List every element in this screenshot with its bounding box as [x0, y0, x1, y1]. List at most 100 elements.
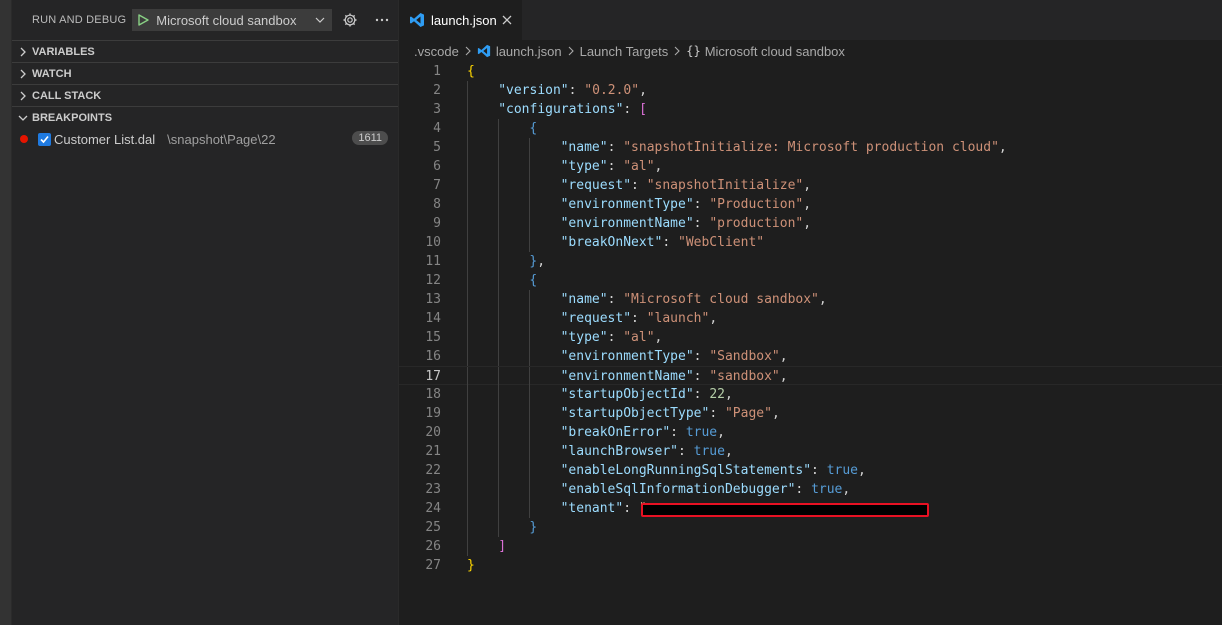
code-token: : — [607, 159, 624, 174]
code-token: : — [607, 140, 624, 155]
section-variables[interactable]: VARIABLES — [12, 40, 398, 62]
indent-guide — [467, 252, 468, 271]
breadcrumb-folder[interactable]: .vscode — [414, 44, 459, 59]
indent-guide — [498, 119, 500, 138]
code-line[interactable]: 16 "environmentType": "Sandbox", — [399, 347, 1222, 366]
line-number: 27 — [425, 558, 441, 573]
line-number: 12 — [425, 273, 441, 288]
section-breakpoints[interactable]: BREAKPOINTS — [12, 106, 398, 128]
breadcrumb-section[interactable]: Launch Targets — [580, 44, 669, 59]
code-line[interactable]: 23 "enableSqlInformationDebugger": true, — [399, 480, 1222, 499]
line-number: 15 — [425, 330, 441, 345]
code-line[interactable]: 10 "breakOnNext": "WebClient" — [399, 233, 1222, 252]
code-token: , — [803, 197, 812, 212]
indent-guide — [467, 195, 468, 214]
code-line[interactable]: 21 "launchBrowser": true, — [399, 442, 1222, 461]
code-token: , — [779, 369, 788, 384]
code-token: "Production" — [709, 197, 804, 212]
code-token: "Page" — [724, 406, 772, 421]
indent-guide — [529, 347, 531, 366]
code-line[interactable]: 27} — [399, 556, 1222, 575]
code-editor[interactable]: 1{2 "version": "0.2.0", 3 "configurations":… — [399, 62, 1222, 575]
code-line[interactable]: 8 "environmentType": "Production", — [399, 195, 1222, 214]
code-line[interactable]: 2 "version": "0.2.0", — [399, 81, 1222, 100]
code-line[interactable]: 6 "type": "al", — [399, 157, 1222, 176]
more-actions-button[interactable] — [372, 10, 392, 30]
code-line[interactable]: 13 "name": "Microsoft cloud sandbox", — [399, 290, 1222, 309]
code-token: "enableSqlInformationDebugger" — [560, 482, 796, 497]
code-line[interactable]: 9 "environmentName": "production", — [399, 214, 1222, 233]
code-line[interactable]: 12 { — [399, 271, 1222, 290]
code-token: "request" — [560, 311, 632, 326]
code-token: : — [709, 406, 725, 421]
breadcrumb-item[interactable]: Microsoft cloud sandbox — [705, 44, 845, 59]
code-line[interactable]: 22 "enableLongRunningSqlStatements": true… — [399, 461, 1222, 480]
code-line[interactable]: 25} — [399, 518, 1222, 537]
code-line[interactable]: 11}, — [399, 252, 1222, 271]
code-token: "sandbox" — [709, 369, 780, 384]
indent-guide — [529, 195, 531, 214]
tab-bar: launch.json — [399, 0, 1222, 40]
indent-guide — [467, 499, 468, 518]
section-call-stack[interactable]: CALL STACK — [12, 84, 398, 106]
code-line[interactable]: 18 "startupObjectId": 22, — [399, 385, 1222, 404]
code-line[interactable]: 4{ — [399, 119, 1222, 138]
code-token: , — [654, 330, 663, 345]
line-number: 16 — [425, 349, 441, 364]
editor-area: launch.json .vscode launch.json Launch T… — [399, 0, 1222, 625]
chevron-right-icon — [465, 46, 471, 56]
section-label: BREAKPOINTS — [32, 111, 113, 124]
line-number: 11 — [425, 254, 441, 269]
code-line[interactable]: 15 "type": "al", — [399, 328, 1222, 347]
section-watch[interactable]: WATCH — [12, 62, 398, 84]
code-token: , — [842, 482, 851, 497]
code-token: "configurations" — [498, 102, 624, 117]
code-token: "startupObjectType" — [560, 406, 710, 421]
code-line[interactable]: 1{ — [399, 62, 1222, 81]
breakpoint-item[interactable]: Customer List.dal \snapshot\Page\22 1611 — [12, 128, 398, 150]
code-text: "type": "al", — [561, 328, 663, 347]
code-token: , — [724, 387, 733, 402]
code-line[interactable]: 26] — [399, 537, 1222, 556]
code-token: "environmentType" — [560, 349, 694, 364]
code-token: : — [693, 216, 710, 231]
code-text: ] — [498, 537, 506, 556]
code-token: "al" — [623, 330, 655, 345]
code-token: "WebClient" — [678, 235, 765, 250]
code-token: : — [670, 425, 686, 440]
code-token: : — [623, 501, 639, 516]
indent-guide — [498, 367, 500, 386]
code-token: : — [693, 387, 710, 402]
close-icon[interactable] — [500, 13, 514, 27]
code-line[interactable]: 5 "name": "snapshotInitialize: Microsoft … — [399, 138, 1222, 157]
indent-guide — [498, 480, 500, 499]
line-number: 19 — [425, 406, 441, 421]
indent-guide — [498, 518, 500, 537]
play-icon[interactable] — [136, 13, 150, 27]
tab-launch-json[interactable]: launch.json — [399, 0, 522, 40]
indent-guide — [467, 461, 468, 480]
code-line[interactable]: 17 "environmentName": "sandbox", — [399, 366, 1222, 386]
indent-guide — [467, 290, 468, 309]
code-token: , — [858, 463, 866, 478]
code-line[interactable]: 20 "breakOnError": true, — [399, 423, 1222, 442]
code-line[interactable]: 3 "configurations": [ — [399, 100, 1222, 119]
debug-header: RUN AND DEBUG Microsoft cloud sandbox — [12, 0, 398, 40]
code-token: "startupObjectId" — [560, 387, 694, 402]
code-line[interactable]: 14 "request": "launch", — [399, 309, 1222, 328]
line-number: 2 — [433, 83, 441, 98]
code-line[interactable]: 19 "startupObjectType": "Page", — [399, 404, 1222, 423]
code-token: : — [795, 482, 812, 497]
line-number: 21 — [425, 444, 441, 459]
breadcrumb-file[interactable]: launch.json — [496, 44, 562, 59]
code-token: , — [803, 216, 812, 231]
code-line[interactable]: 7 "request": "snapshotInitialize", — [399, 176, 1222, 195]
launch-config-select[interactable]: Microsoft cloud sandbox — [132, 9, 333, 31]
indent-guide — [529, 290, 531, 309]
gear-button[interactable] — [340, 10, 360, 30]
breakpoint-checkbox[interactable] — [38, 132, 51, 146]
code-token: , — [639, 83, 647, 98]
code-token: , — [537, 254, 546, 269]
indent-guide — [529, 480, 531, 499]
code-token: , — [709, 311, 718, 326]
